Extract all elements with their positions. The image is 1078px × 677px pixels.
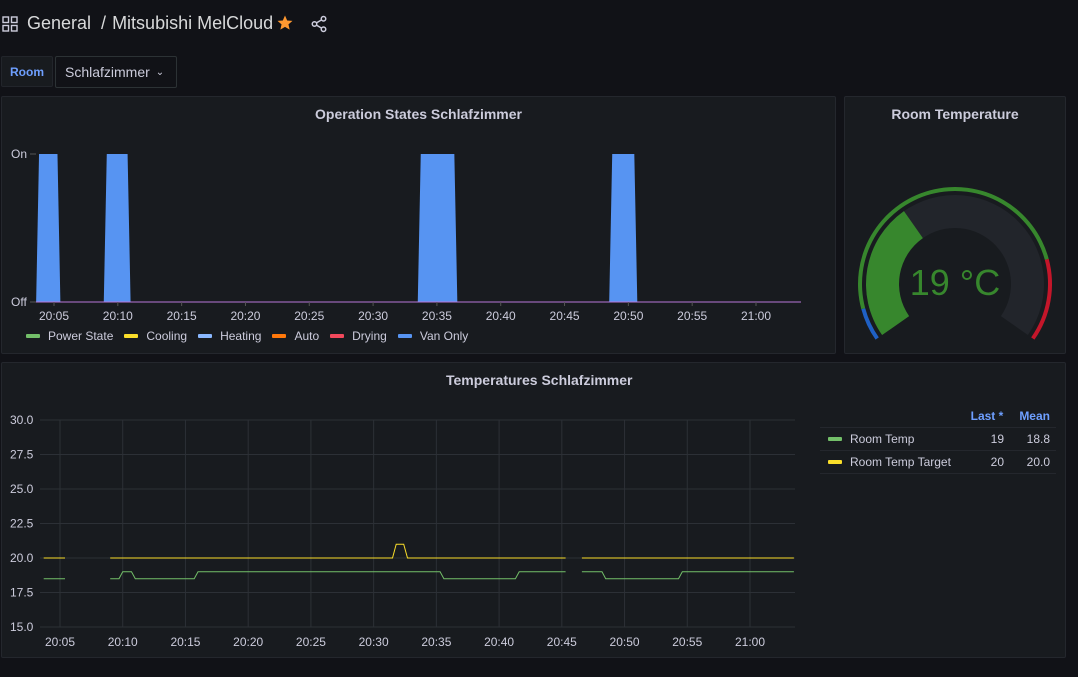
y-tick-label: 27.5 bbox=[10, 448, 34, 462]
x-tick-label: 20:35 bbox=[421, 635, 451, 649]
x-tick-label: 20:50 bbox=[610, 635, 640, 649]
legend-series-name: Room Temp bbox=[820, 432, 970, 446]
legend-series-name: Room Temp Target bbox=[820, 455, 970, 469]
y-tick-label: 22.5 bbox=[10, 517, 34, 531]
y-tick-label: 17.5 bbox=[10, 586, 34, 600]
gauge-value: 19 °C bbox=[909, 262, 1001, 303]
room-temp-target-line bbox=[110, 543, 566, 559]
legend-swatch bbox=[828, 460, 842, 464]
x-tick-label: 20:05 bbox=[45, 635, 75, 649]
legend-last-value: 20 bbox=[990, 455, 1004, 469]
x-tick-label: 20:30 bbox=[359, 635, 389, 649]
legend-table-row[interactable]: Room Temp 19 18.8 bbox=[820, 428, 1056, 451]
temperatures-legend-table: Last * Mean Room Temp 19 18.8 Room Temp Tar… bbox=[820, 404, 1056, 474]
y-tick-label: 20.0 bbox=[10, 551, 34, 565]
legend-last-value: 19 bbox=[990, 432, 1004, 446]
y-tick-label: 25.0 bbox=[10, 482, 34, 496]
y-tick-label: 30.0 bbox=[10, 413, 34, 427]
legend-label: Room Temp bbox=[850, 432, 915, 446]
legend-table-row[interactable]: Room Temp Target 20 20.0 bbox=[820, 451, 1056, 474]
legend-header-last[interactable]: Last * bbox=[971, 409, 1004, 423]
room-temp-line bbox=[581, 571, 794, 580]
x-tick-label: 20:10 bbox=[108, 635, 138, 649]
x-tick-label: 20:55 bbox=[672, 635, 702, 649]
legend-mean-value: 20.0 bbox=[1026, 455, 1050, 469]
room-temperature-gauge bbox=[858, 187, 1052, 340]
x-tick-label: 20:45 bbox=[547, 635, 577, 649]
temperatures-chart: 15.0 17.5 20.0 22.5 25.0 27.5 30.0 20:05 20:10 20… bbox=[10, 413, 795, 649]
x-tick-label: 20:20 bbox=[233, 635, 263, 649]
legend-mean-value: 18.8 bbox=[1026, 432, 1050, 446]
x-tick-label: 20:25 bbox=[296, 635, 326, 649]
x-tick-label: 21:00 bbox=[735, 635, 765, 649]
legend-label: Room Temp Target bbox=[850, 455, 951, 469]
x-tick-label: 20:40 bbox=[484, 635, 514, 649]
room-temp-line bbox=[110, 571, 566, 580]
x-tick-label: 20:15 bbox=[170, 635, 200, 649]
y-tick-label: 15.0 bbox=[10, 620, 34, 634]
legend-table-header: Last * Mean bbox=[820, 404, 1056, 428]
legend-header-mean[interactable]: Mean bbox=[1019, 409, 1050, 423]
legend-swatch bbox=[828, 437, 842, 441]
